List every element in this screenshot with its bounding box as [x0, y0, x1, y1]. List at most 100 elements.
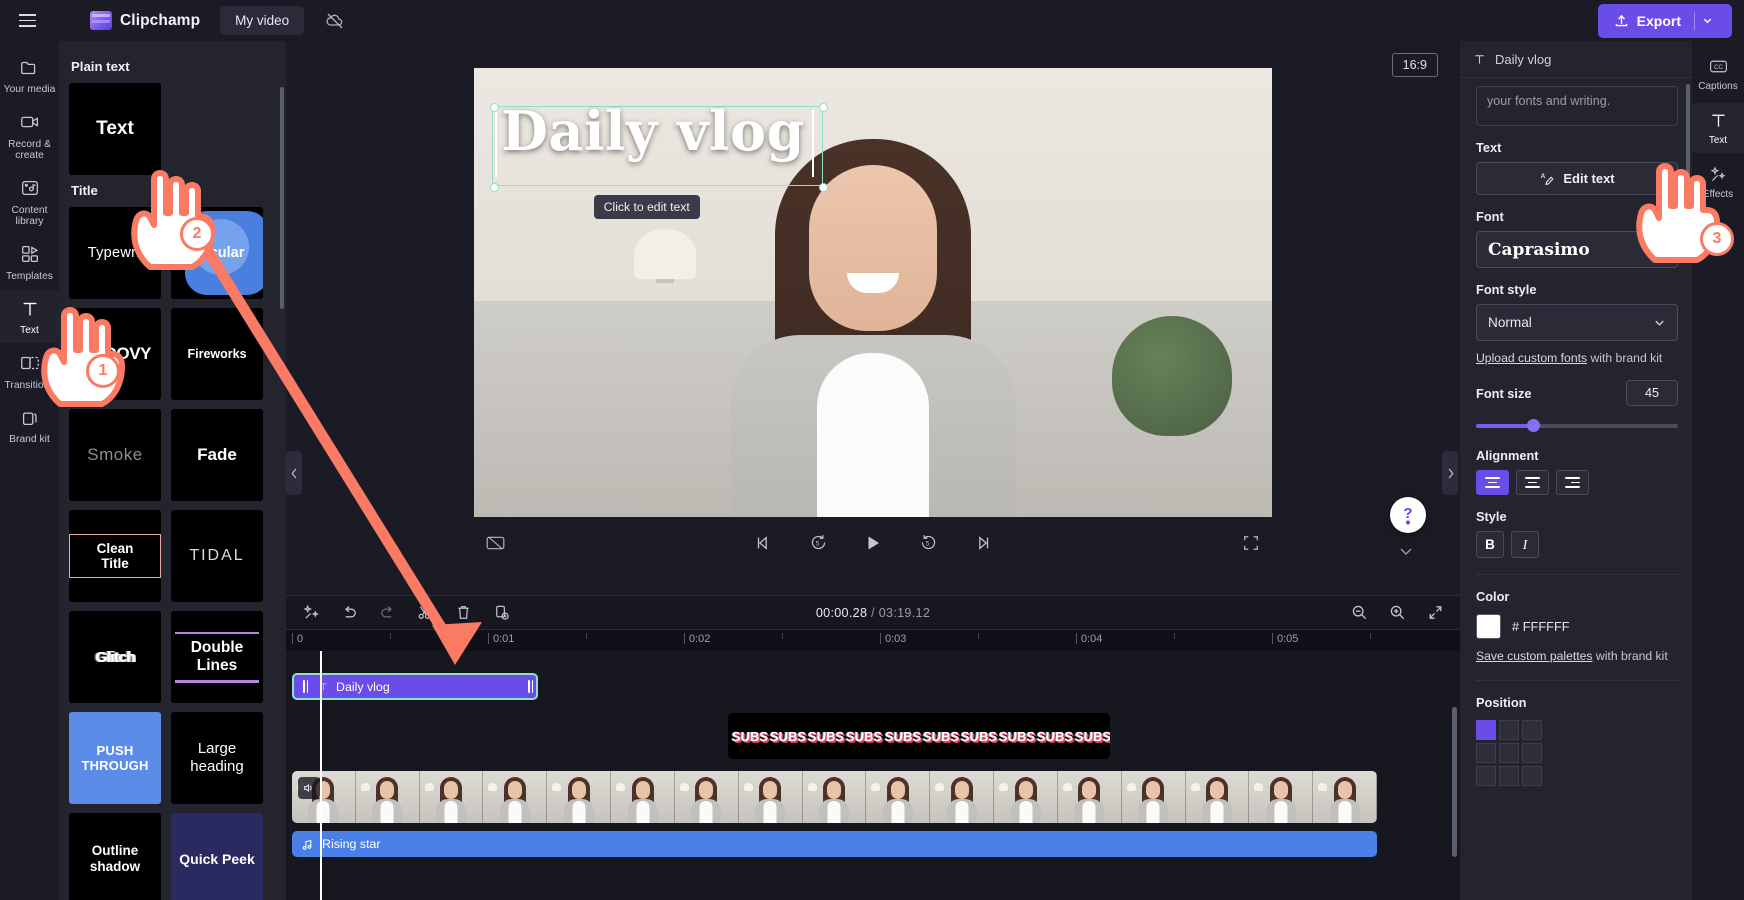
- template-card-push-through[interactable]: PUSH THROUGH: [69, 712, 161, 804]
- template-card-tidal[interactable]: TIDAL: [171, 510, 263, 602]
- resize-handle-br[interactable]: [818, 182, 828, 192]
- italic-button[interactable]: I: [1511, 531, 1539, 558]
- audio-detach-icon[interactable]: [298, 777, 320, 799]
- collapse-left-panel-button[interactable]: [286, 451, 302, 495]
- position-cell-mid-right[interactable]: [1522, 743, 1542, 763]
- clip-label: Rising star: [322, 837, 381, 851]
- template-card-double-lines[interactable]: Double Lines: [171, 611, 263, 703]
- title-overlay-text[interactable]: Daily vlog: [501, 99, 805, 163]
- align-center-button[interactable]: [1516, 470, 1549, 495]
- template-label: Typewri: [88, 245, 143, 261]
- cloud-offline-icon[interactable]: [320, 6, 350, 36]
- font-size-input[interactable]: 45: [1626, 380, 1678, 406]
- sidebar-item-record-create[interactable]: Record & create: [0, 104, 59, 168]
- fit-to-screen-icon[interactable]: [1424, 602, 1446, 624]
- timeline-clip-subtitles[interactable]: SUBS SUBS SUBS SUBS SUBS SUBS SUBS SUBS …: [728, 713, 1110, 759]
- undo-icon[interactable]: [338, 602, 360, 624]
- edit-text-button[interactable]: A Edit text: [1476, 162, 1678, 195]
- position-cell-top-left[interactable]: [1476, 720, 1496, 740]
- position-cell-top-center[interactable]: [1499, 720, 1519, 740]
- tab-effects[interactable]: Effects: [1692, 157, 1744, 207]
- redo-icon[interactable]: [376, 602, 398, 624]
- color-hex-value[interactable]: # FFFFFF: [1512, 619, 1570, 634]
- font-size-slider[interactable]: [1476, 418, 1678, 434]
- collapse-right-panel-button[interactable]: [1442, 451, 1458, 495]
- font-style-selector[interactable]: Normal: [1476, 304, 1678, 341]
- bold-button[interactable]: B: [1476, 531, 1504, 558]
- export-button[interactable]: Export: [1597, 3, 1732, 38]
- template-card-plain-text[interactable]: Text: [69, 83, 161, 175]
- position-cell-mid-center[interactable]: [1499, 743, 1519, 763]
- sidebar-item-transitions[interactable]: Transitions: [0, 345, 59, 398]
- captions-off-icon[interactable]: [478, 526, 512, 560]
- template-card-clean-title[interactable]: Clean Title: [69, 510, 161, 602]
- position-cell-top-right[interactable]: [1522, 720, 1542, 740]
- play-icon[interactable]: [856, 526, 890, 560]
- template-card-typewriter[interactable]: Typewri: [69, 207, 161, 299]
- sidebar-item-your-media[interactable]: Your media: [0, 49, 59, 102]
- template-card-glitch[interactable]: Glitch: [69, 611, 161, 703]
- resize-handle-tl[interactable]: [489, 102, 499, 112]
- sidebar-item-text[interactable]: Text: [0, 290, 59, 343]
- template-label: Smoke: [87, 445, 143, 464]
- zoom-in-icon[interactable]: [1386, 602, 1408, 624]
- project-tab[interactable]: My video: [220, 6, 305, 35]
- position-cell-mid-left[interactable]: [1476, 743, 1496, 763]
- template-card-large-heading[interactable]: Large heading: [171, 712, 263, 804]
- color-swatch[interactable]: [1476, 614, 1501, 639]
- help-button[interactable]: ?: [1390, 497, 1426, 533]
- align-right-button[interactable]: [1556, 470, 1589, 495]
- fullscreen-icon[interactable]: [1234, 526, 1268, 560]
- collapse-preview-chevron-icon[interactable]: [1398, 545, 1414, 557]
- timeline-ruler[interactable]: 0 0:01 0:02 0:03 0:04 0:05: [286, 629, 1460, 651]
- timeline-clip-text[interactable]: Daily vlog: [292, 673, 538, 700]
- tab-text[interactable]: Text: [1692, 103, 1744, 153]
- resize-handle-bl[interactable]: [489, 182, 499, 192]
- upload-custom-fonts-link[interactable]: Upload custom fonts: [1476, 351, 1587, 365]
- font-selector[interactable]: Caprasimo: [1476, 231, 1678, 268]
- trim-handle-right[interactable]: [525, 675, 536, 698]
- template-card-quick-peek[interactable]: Quick Peek: [171, 813, 263, 900]
- template-card-groovy[interactable]: GROOVY: [69, 308, 161, 400]
- align-left-button[interactable]: [1476, 470, 1509, 495]
- timeline-scrollbar[interactable]: [1452, 707, 1457, 857]
- magic-wand-icon[interactable]: [300, 602, 322, 624]
- sidebar-label: Your media: [3, 84, 56, 95]
- timeline-clip-audio[interactable]: Rising star: [292, 831, 1377, 857]
- sidebar-item-content-library[interactable]: Content library: [0, 170, 59, 234]
- panel-scrollbar[interactable]: [280, 87, 284, 309]
- export-divider: [1694, 11, 1695, 30]
- template-card-fade[interactable]: Fade: [171, 409, 263, 501]
- resize-handle-tr[interactable]: [818, 102, 828, 112]
- tab-label: Captions: [1698, 81, 1738, 92]
- tab-captions[interactable]: CC Captions: [1692, 49, 1744, 99]
- duplicate-icon[interactable]: [490, 602, 512, 624]
- trim-handle-left[interactable]: [300, 675, 311, 698]
- skip-to-start-icon[interactable]: [746, 526, 780, 560]
- sidebar-item-brand-kit[interactable]: Brand kit: [0, 399, 59, 452]
- template-card-smoke[interactable]: Smoke: [69, 409, 161, 501]
- trash-icon[interactable]: [452, 602, 474, 624]
- zoom-out-icon[interactable]: [1348, 602, 1370, 624]
- split-scissors-icon[interactable]: [414, 602, 436, 624]
- forward-5-icon[interactable]: 5: [911, 526, 945, 560]
- skip-to-end-icon[interactable]: [966, 526, 1000, 560]
- save-custom-palettes-link[interactable]: Save custom palettes: [1476, 649, 1593, 663]
- hamburger-menu-icon[interactable]: [12, 6, 42, 36]
- properties-scrollbar[interactable]: [1686, 84, 1690, 204]
- timeline-clip-video[interactable]: [292, 771, 1377, 823]
- position-cell-bottom-center[interactable]: [1499, 766, 1519, 786]
- aspect-ratio-badge[interactable]: 16:9: [1391, 53, 1438, 77]
- sidebar-label: Record & create: [8, 138, 51, 162]
- playhead[interactable]: [320, 651, 322, 900]
- template-card-circular[interactable]: Circular: [171, 207, 263, 299]
- video-preview-stage[interactable]: Daily vlog Click to edit text: [474, 67, 1272, 517]
- slider-knob[interactable]: [1526, 419, 1540, 432]
- template-label: Fade: [197, 445, 237, 464]
- template-card-outline-shadow[interactable]: Outline shadow: [69, 813, 161, 900]
- position-cell-bottom-right[interactable]: [1522, 766, 1542, 786]
- sidebar-item-templates[interactable]: Templates: [0, 236, 59, 289]
- position-cell-bottom-left[interactable]: [1476, 766, 1496, 786]
- rewind-5-icon[interactable]: 5: [801, 526, 835, 560]
- template-card-fireworks[interactable]: Fireworks: [171, 308, 263, 400]
